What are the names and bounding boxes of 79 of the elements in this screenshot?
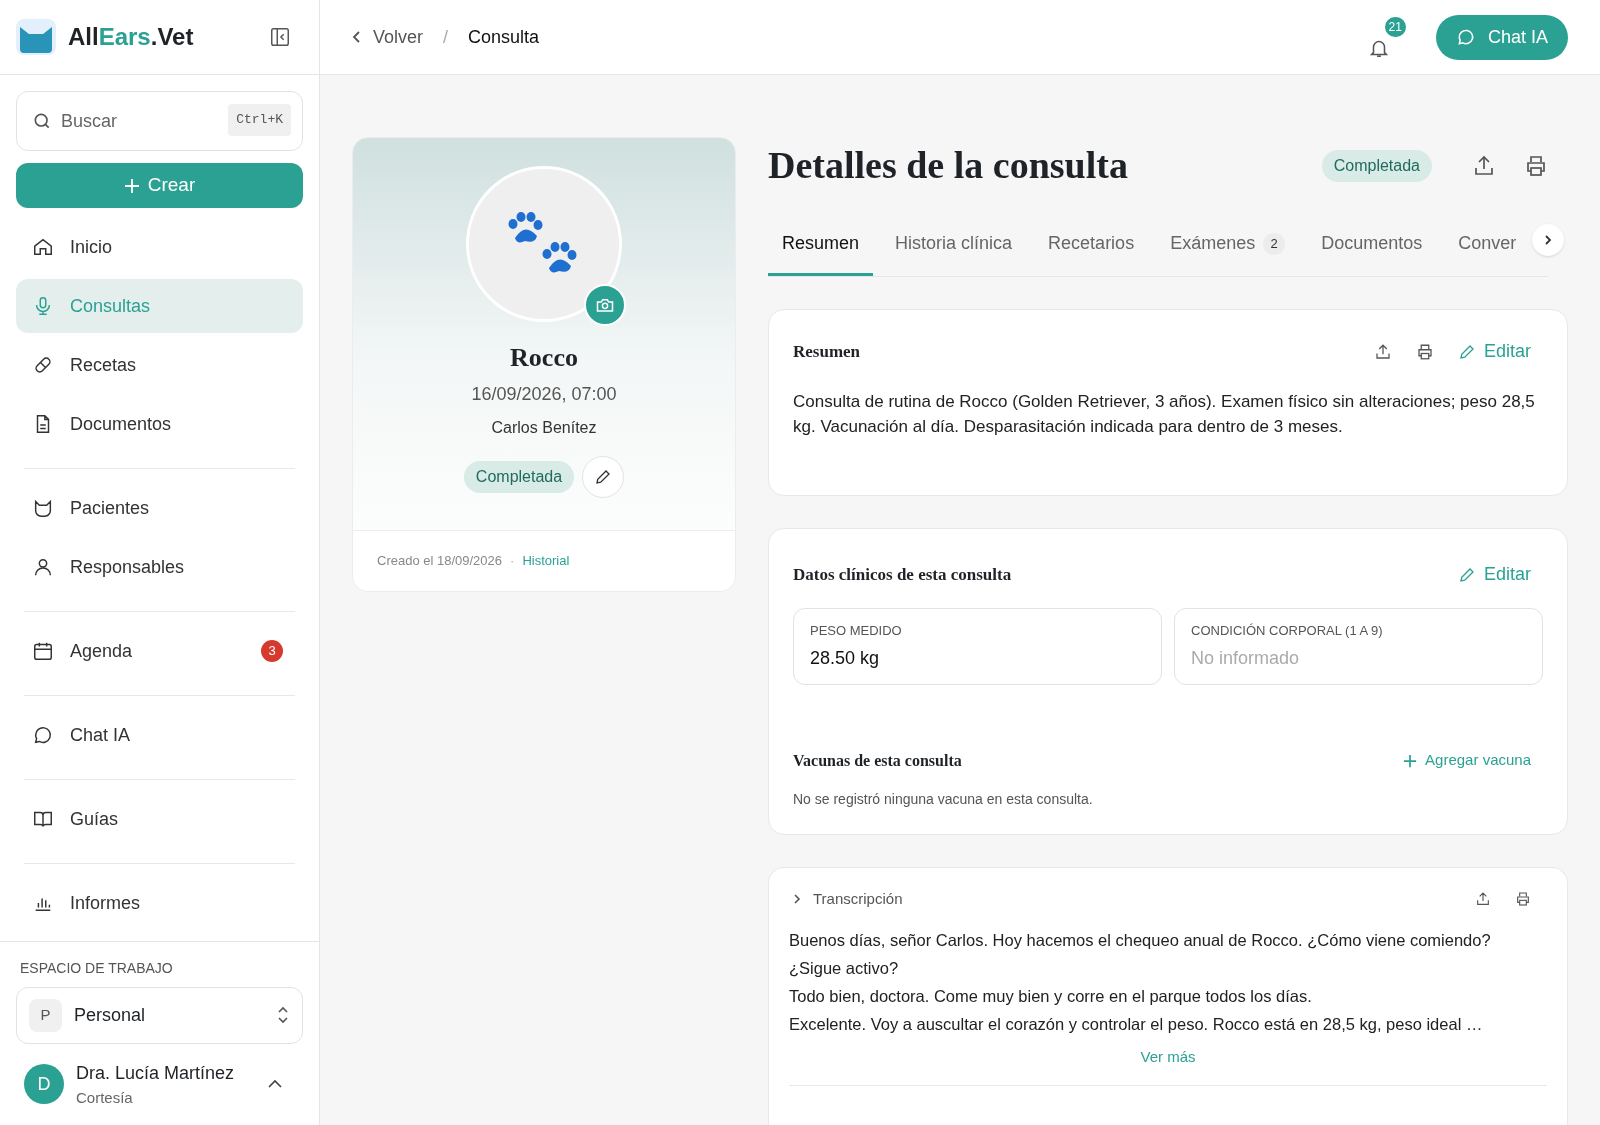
count-badge: 2 <box>1263 232 1286 255</box>
sidebar-item[interactable]: Chat IA <box>16 708 303 762</box>
field-value: No informado <box>1191 646 1301 670</box>
status-badge: Completada <box>463 461 575 493</box>
chat-bubble-icon <box>32 724 54 746</box>
field-label: PESO MEDIDO <box>810 622 903 640</box>
field-value: 28.50 kg <box>810 646 881 670</box>
sidebar-item[interactable]: Inicio <box>16 220 303 274</box>
calendar-icon <box>32 640 54 662</box>
workspace-selector[interactable]: P Personal <box>16 986 303 1044</box>
home-icon <box>32 236 54 258</box>
transcript-line: Excelente. Voy a auscultar el corazón y controlar el peso. Rocco está en 28,5 kg, peso ideal … <box>789 1014 1484 1035</box>
share-icon[interactable] <box>1472 153 1496 178</box>
chevron-up-icon <box>267 1079 283 1090</box>
workspace-avatar: P <box>29 998 62 1032</box>
print-icon[interactable] <box>1524 153 1548 178</box>
workspace-name: Personal <box>74 1003 147 1027</box>
user-name: Dra. Lucía Martínez <box>76 1061 236 1085</box>
created-date: Creado el 18/09/2026 <box>377 552 503 570</box>
scroll-right-button[interactable] <box>1532 224 1564 256</box>
back-link[interactable]: Volver <box>352 23 424 51</box>
tab[interactable]: Recetarios <box>1034 218 1149 276</box>
tab[interactable]: Documentos <box>1307 218 1437 276</box>
user-menu[interactable]: D Dra. Lucía Martínez Cortesía <box>16 1043 303 1109</box>
transcript-toggle[interactable]: Transcripción <box>793 887 903 910</box>
empty-message: No se registró ninguna vacuna en esta consulta. <box>793 789 1094 809</box>
section-heading: ESPACIO DE TRABAJO <box>19 958 174 978</box>
share-icon[interactable] <box>1373 342 1392 361</box>
field-label: CONDICIÓN CORPORAL (1 A 9) <box>1191 622 1384 640</box>
pill-icon <box>32 354 54 376</box>
brand-name: AllEars.Vet <box>68 22 194 52</box>
share-icon[interactable] <box>1475 890 1491 907</box>
section-title: Vacunas de esta consulta <box>793 750 962 771</box>
tab[interactable]: Exámenes 2 <box>1156 218 1300 276</box>
tab[interactable]: Historia clínica <box>881 218 1027 276</box>
user-avatar: D <box>24 1064 64 1105</box>
sidebar-item[interactable]: Pacientes <box>16 481 303 535</box>
plus-icon <box>123 177 140 194</box>
tab[interactable]: Conver <box>1444 218 1531 276</box>
patient-name: Rocco <box>510 342 578 374</box>
sidebar-item[interactable]: Agenda 3 <box>16 624 303 678</box>
tab[interactable]: Resumen <box>768 218 874 276</box>
card-title: Resumen <box>793 340 861 363</box>
person-icon <box>32 556 54 578</box>
sidebar-item[interactable]: Informes <box>16 876 303 930</box>
card-title: Datos clínicos de esta consulta <box>793 563 1012 586</box>
sidebar-item[interactable]: Recetas <box>16 338 303 392</box>
chevron-left-icon <box>352 30 361 44</box>
breadcrumb-current: Consulta <box>468 25 540 49</box>
camera-button[interactable] <box>584 284 626 326</box>
count-badge: 3 <box>261 640 283 662</box>
sidebar-item[interactable]: Guías <box>16 792 303 846</box>
notification-badge: 21 <box>1382 15 1408 39</box>
summary-text: Consulta de rutina de Rocco (Golden Retriever, 3 años). Examen físico sin alteraciones; peso 28,5 kg. Vacunación al día. Desparasitación indicada para dentro de 3 meses. <box>793 391 1536 438</box>
status-badge: Completada <box>1321 149 1432 182</box>
print-icon[interactable] <box>1515 890 1531 907</box>
sidebar-item[interactable]: Documentos <box>16 397 303 451</box>
shortcut-key: Ctrl+K <box>228 104 291 136</box>
sidebar-item[interactable]: Responsables <box>16 540 303 594</box>
separator-dot: · <box>510 552 515 570</box>
page-title: Detalles de la consulta <box>768 143 1128 188</box>
search-icon <box>32 111 52 131</box>
sidebar-toggle-icon[interactable] <box>269 26 291 48</box>
transcript-line: Buenos días, señor Carlos. Hoy hacemos el chequeo anual de Rocco. ¿Cómo viene comiendo? ¿Sigue activo? <box>789 930 1492 979</box>
chevron-right-icon <box>1544 234 1552 246</box>
consultation-datetime: 16/09/2026, 07:00 <box>471 383 617 406</box>
camera-icon <box>596 297 614 313</box>
user-plan: Cortesía <box>76 1087 134 1108</box>
breadcrumb-separator: / <box>443 25 449 49</box>
transcript-line: Todo bien, doctora. Come muy bien y corre en el parque todos los días. <box>789 986 1313 1007</box>
chevron-right-icon <box>793 892 801 905</box>
owner-name: Carlos Benítez <box>491 418 597 438</box>
chevron-up-down-icon <box>276 1006 290 1024</box>
plus-icon <box>1403 753 1418 768</box>
cat-face-icon <box>32 497 54 519</box>
chat-bubble-icon <box>1455 27 1476 47</box>
cat-logo-icon <box>16 19 56 55</box>
print-icon[interactable] <box>1415 342 1434 361</box>
edit-button[interactable] <box>582 456 625 498</box>
